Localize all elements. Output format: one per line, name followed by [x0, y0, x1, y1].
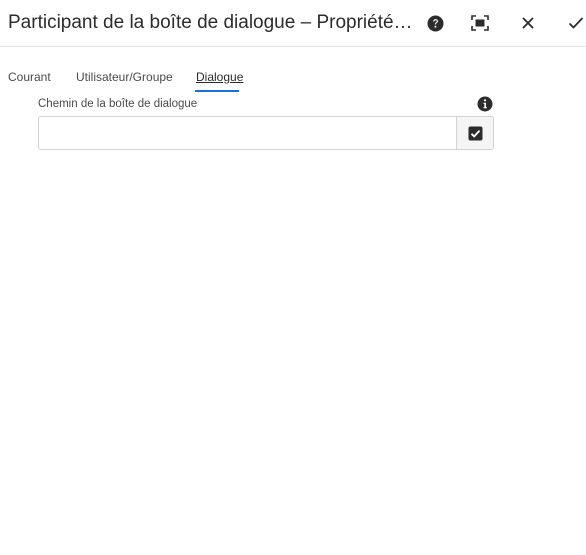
question-circle-icon: [427, 15, 443, 31]
tab-bar: Courant Utilisateur/Groupe Dialogue: [0, 66, 586, 94]
dialog-path-field: [38, 116, 494, 150]
close-button[interactable]: [517, 12, 539, 34]
info-button[interactable]: [477, 96, 493, 112]
dialog-path-label: Chemin de la boîte de dialogue: [38, 98, 198, 110]
close-icon: [522, 17, 534, 29]
dialog-path-input[interactable]: [39, 117, 457, 149]
fullscreen-icon: [471, 15, 489, 31]
dialog-title: Participant de la boîte de dialogue – Pr…: [8, 12, 413, 33]
tab-courant[interactable]: Courant: [8, 69, 51, 85]
tab-utilisateur-groupe[interactable]: Utilisateur/Groupe: [76, 69, 173, 85]
checkbox-checked-icon: [468, 126, 482, 140]
dialog-header: Participant de la boîte de dialogue – Pr…: [0, 0, 586, 47]
path-picker-button[interactable]: [456, 117, 493, 149]
tab-dialogue[interactable]: Dialogue: [196, 69, 243, 85]
info-circle-icon: [477, 96, 493, 112]
help-button[interactable]: [424, 12, 446, 34]
checkmark-icon: [568, 17, 584, 29]
fullscreen-button[interactable]: [469, 12, 491, 34]
done-button[interactable]: [565, 12, 586, 34]
active-tab-indicator: [195, 90, 239, 92]
